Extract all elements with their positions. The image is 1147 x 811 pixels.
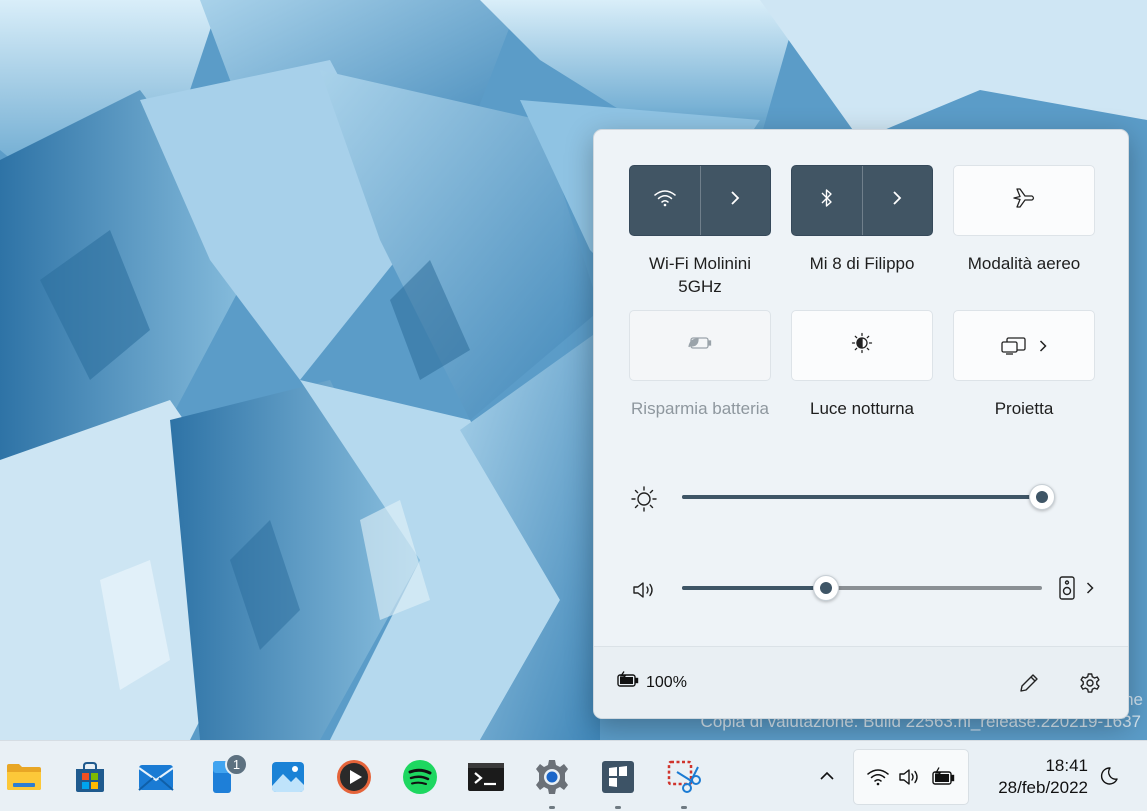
volume-slider-row <box>624 568 1104 608</box>
brightness-slider-row <box>624 477 1104 517</box>
media-player-icon <box>337 760 371 794</box>
night-light-icon <box>850 331 874 360</box>
taskbar-photos[interactable] <box>268 757 308 797</box>
battery-charging-icon <box>616 671 640 694</box>
bluetooth-icon <box>820 188 834 213</box>
project-button[interactable] <box>953 310 1095 381</box>
focus-assist-button[interactable] <box>1096 763 1122 789</box>
brightness-slider-track[interactable] <box>682 484 1055 510</box>
chevron-right-icon <box>729 190 741 211</box>
settings-gear-icon <box>1080 673 1100 693</box>
notification-badge: 1 <box>225 753 248 776</box>
battery-status[interactable]: 100% <box>616 671 687 694</box>
night-light-tile-label: Luce notturna <box>810 399 914 418</box>
terminal-icon <box>468 763 504 791</box>
wifi-tile-label: Wi-Fi Molinini 5GHz <box>649 254 751 296</box>
clock-button[interactable]: 18:41 28/feb/2022 <box>978 755 1088 799</box>
chevron-right-icon <box>891 190 903 211</box>
battery-saver-tile-group: Risparmia batteria <box>625 310 775 420</box>
show-hidden-icons-button[interactable] <box>814 763 840 789</box>
taskbar: 1 18:41 28/feb/2022 <box>0 740 1147 811</box>
mail-icon <box>138 765 174 791</box>
wifi-tile <box>629 165 771 236</box>
battery-charging-icon <box>932 767 955 785</box>
chevron-right-icon <box>1086 582 1094 594</box>
settings-icon <box>536 760 568 794</box>
bluetooth-tile <box>791 165 933 236</box>
speaker-icon[interactable] <box>630 576 658 604</box>
edit-quick-settings-button[interactable] <box>1013 667 1045 699</box>
wifi-icon <box>653 188 677 213</box>
taskbar-settings[interactable] <box>532 757 572 809</box>
wifi-toggle-button[interactable] <box>630 166 700 235</box>
night-light-button[interactable] <box>791 310 933 381</box>
battery-saver-icon <box>687 335 713 356</box>
store-icon <box>76 762 104 792</box>
taskbar-terminal[interactable] <box>466 757 506 797</box>
bluetooth-tile-label: Mi 8 di Filippo <box>809 254 915 273</box>
audio-device-icon <box>1059 576 1075 600</box>
moon-icon <box>1100 767 1118 785</box>
brightness-slider-thumb[interactable] <box>1029 484 1055 510</box>
airplane-tile-label: Modalità aereo <box>967 254 1081 273</box>
photos-icon <box>272 762 304 792</box>
remote-desktop-icon <box>602 761 634 793</box>
taskbar-media-player[interactable] <box>334 757 374 797</box>
volume-slider-track[interactable] <box>682 575 1042 601</box>
edit-pencil-icon <box>1020 674 1038 692</box>
taskbar-snipping-tool[interactable] <box>664 757 704 809</box>
spotify-icon <box>403 760 437 794</box>
taskbar-spotify[interactable] <box>400 757 440 797</box>
open-settings-button[interactable] <box>1074 667 1106 699</box>
taskbar-microsoft-store[interactable] <box>70 757 110 797</box>
taskbar-remote-desktop[interactable] <box>598 757 638 809</box>
project-icon <box>1001 336 1047 355</box>
bluetooth-toggle-button[interactable] <box>792 166 862 235</box>
battery-saver-tile-label: Risparmia batteria <box>631 399 769 418</box>
folder-icon <box>7 764 41 790</box>
wifi-icon <box>867 769 889 786</box>
snipping-tool-icon <box>667 760 701 793</box>
audio-output-button[interactable] <box>1058 574 1094 602</box>
brightness-slider-fill <box>682 495 1042 499</box>
clock-time: 18:41 <box>1045 756 1088 775</box>
chevron-up-icon <box>820 771 834 780</box>
chevron-right-icon <box>1039 339 1047 352</box>
battery-saver-button[interactable] <box>629 310 771 381</box>
bluetooth-tile-group: Mi 8 di Filippo <box>787 165 937 275</box>
project-tile-label: Proietta <box>994 399 1054 418</box>
airplane-mode-button[interactable] <box>953 165 1095 236</box>
airplane-icon <box>1012 187 1036 214</box>
brightness-icon <box>630 485 658 513</box>
taskbar-file-explorer[interactable] <box>4 757 44 797</box>
battery-percentage: 100% <box>646 673 687 691</box>
airplane-tile-group: Modalità aereo <box>949 165 1099 275</box>
volume-slider-fill <box>682 586 826 590</box>
quick-settings-tray-button[interactable] <box>853 749 969 805</box>
clock-date: 28/feb/2022 <box>998 778 1088 797</box>
quick-settings-footer: 100% <box>594 646 1128 718</box>
night-light-tile-group: Luce notturna <box>787 310 937 420</box>
wifi-networks-button[interactable] <box>701 166 771 235</box>
project-tile-group: Proietta <box>949 310 1099 420</box>
volume-slider-thumb[interactable] <box>813 575 839 601</box>
speaker-icon <box>899 769 918 785</box>
taskbar-mail[interactable] <box>136 757 176 797</box>
wifi-tile-group: Wi-Fi Molinini 5GHz <box>625 165 775 298</box>
bluetooth-devices-button[interactable] <box>863 166 933 235</box>
quick-settings-flyout: Wi-Fi Molinini 5GHz Mi 8 di Filippo Moda… <box>593 129 1129 719</box>
